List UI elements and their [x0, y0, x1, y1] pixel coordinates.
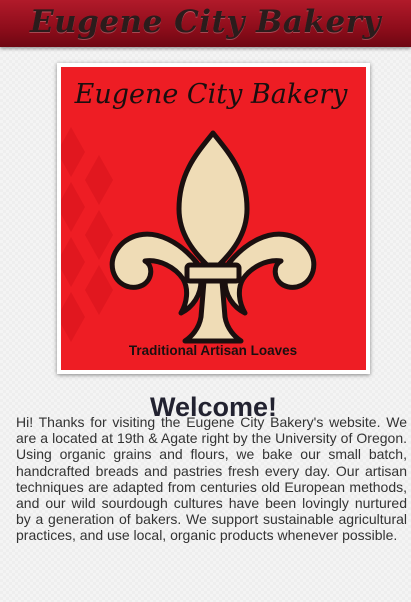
page: Eugene City Bakery Eugene City Bakery Tr… — [0, 0, 411, 602]
logo-bottom-text: Traditional Artisan Loaves — [129, 343, 297, 358]
site-title[interactable]: Eugene City Bakery — [30, 2, 381, 42]
logo-top-text: Eugene City Bakery — [74, 79, 348, 110]
intro-paragraph: Hi! Thanks for visiting the Eugene City … — [16, 414, 407, 544]
logo-image: Eugene City Bakery Traditional Artisan L… — [61, 67, 366, 370]
site-header: Eugene City Bakery — [0, 0, 411, 47]
bakery-logo: Eugene City Bakery Traditional Artisan L… — [57, 63, 370, 374]
